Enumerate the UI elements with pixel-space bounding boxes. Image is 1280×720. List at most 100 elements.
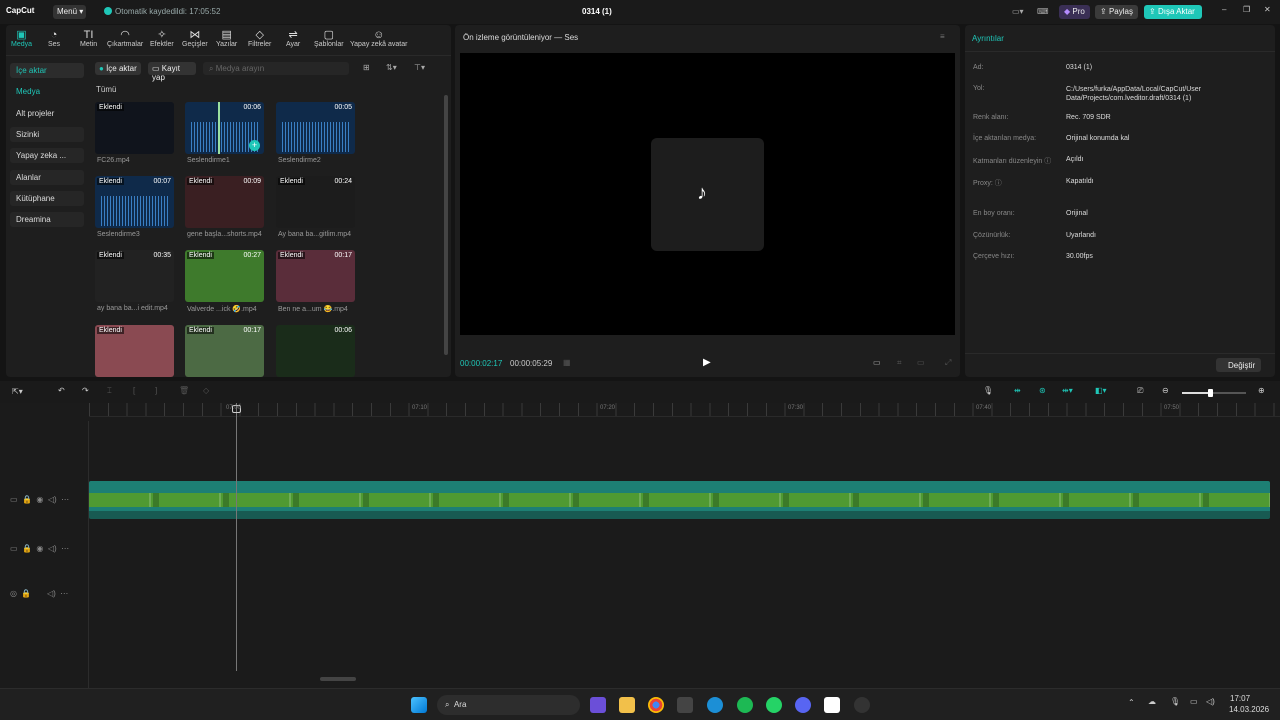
filter-icon[interactable]: ⊤▾ (414, 63, 425, 72)
volume-icon[interactable]: ◁) (1206, 697, 1215, 706)
duration-label: 00:07 (153, 178, 171, 185)
menu-button[interactable]: Menü ▾ (53, 5, 86, 19)
media-thumb-4[interactable]: Eklendi 00:09 (185, 176, 264, 228)
sidebar-item-2[interactable]: Alt projeler (10, 106, 84, 121)
media-thumb-5[interactable]: Eklendi 00:24 (276, 176, 355, 228)
zoom-slider-thumb[interactable] (1208, 389, 1213, 397)
tab-transition[interactable]: ⋈ Geçişler (182, 29, 208, 48)
file-explorer-icon[interactable] (619, 697, 635, 713)
discord-icon[interactable] (795, 697, 811, 713)
monitor-icon[interactable]: ▭ (1190, 697, 1198, 706)
tab-template[interactable]: ▢ Şablonlar (314, 29, 344, 48)
share-button[interactable]: ⇪ Paylaş (1095, 5, 1138, 19)
media-thumb-0[interactable]: Eklendi (95, 102, 174, 154)
spotify-icon[interactable] (737, 697, 753, 713)
tab-audio[interactable]: ◔ Ses (48, 29, 60, 48)
tab-media[interactable]: ▣ Medya (11, 29, 32, 48)
tab-adjust[interactable]: ⇌ Ayar (286, 29, 300, 48)
media-thumb-2[interactable]: 00:05 (276, 102, 355, 154)
tab-sticker[interactable]: ◠ Çıkartmalar (107, 29, 143, 48)
capcut-taskbar-icon[interactable] (824, 697, 840, 713)
preview-canvas[interactable]: ♪ (460, 53, 955, 335)
play-button[interactable]: ▶ (703, 357, 711, 368)
chrome-icon[interactable] (648, 697, 664, 713)
select-tool-icon[interactable]: ⇱▾ (12, 387, 23, 396)
maximize-button[interactable]: ❐ (1243, 5, 1250, 14)
media-scrollbar[interactable] (444, 95, 448, 355)
redo-icon[interactable]: ↷ (82, 386, 89, 395)
duration-label: 00:24 (334, 178, 352, 185)
sidebar-item-4[interactable]: Yapay zeka ... (10, 148, 84, 164)
media-thumb-11[interactable]: 00:06 (276, 325, 355, 377)
playhead[interactable] (236, 403, 237, 671)
network-app-icon[interactable]: ☁ (1148, 697, 1156, 706)
timecode-grid-icon[interactable]: ▦ (563, 358, 571, 367)
quality-icon[interactable]: ▭ (873, 358, 881, 367)
media-thumb-8[interactable]: Eklendi 00:17 (276, 250, 355, 302)
shortcuts-icon[interactable]: ⌨ (1037, 7, 1049, 16)
sidebar-item-0[interactable]: İçe aktar (10, 63, 84, 78)
link-icon[interactable]: ⇹▾ (1062, 386, 1073, 395)
layout-icon[interactable]: ▭▾ (1012, 7, 1024, 16)
windows-start-icon[interactable] (411, 697, 427, 713)
magnet-icon[interactable]: ⊛ (1039, 386, 1046, 395)
tab-caption[interactable]: ▤ Yazılar (216, 29, 237, 48)
sidebar-item-1[interactable]: Medya (10, 84, 84, 99)
time-ruler[interactable] (89, 403, 1280, 417)
close-button[interactable]: ✕ (1264, 5, 1271, 14)
taskbar-search[interactable]: ⌕ Ara (437, 695, 580, 715)
preview-menu-icon[interactable]: ≡ (940, 32, 945, 41)
ratio-icon[interactable]: ▭ (917, 358, 925, 367)
grid-view-icon[interactable]: ⊞ (363, 63, 370, 72)
tray-mic-icon[interactable]: 🎙 (1170, 697, 1180, 706)
export-button[interactable]: ⇪ Dışa Aktar (1144, 5, 1202, 19)
track-header-main: ▭ 🔒 ◉ ◁) ⋯ (10, 495, 70, 504)
link-main-icon[interactable]: ⇹ (1014, 386, 1021, 395)
microphone-icon[interactable]: 🎙 (983, 386, 993, 395)
pro-button[interactable]: ◆ Pro (1059, 5, 1090, 19)
media-thumb-1[interactable]: 00:06 + (185, 102, 264, 154)
tab-text[interactable]: TI Metin (80, 29, 97, 48)
fullscreen-icon[interactable]: ⤢ (945, 358, 951, 368)
timeline-scrollbar[interactable] (320, 677, 356, 681)
preview-axis-icon[interactable]: ◧▾ (1095, 386, 1107, 395)
media-thumb-9[interactable]: Eklendi (95, 325, 174, 377)
media-thumb-3[interactable]: Eklendi 00:07 (95, 176, 174, 228)
edge-icon[interactable] (707, 697, 723, 713)
minimize-button[interactable]: – (1222, 5, 1226, 14)
sort-icon[interactable]: ⇅▾ (386, 63, 397, 72)
delete-right-icon[interactable]: ] (155, 386, 157, 395)
marker-icon[interactable]: ◇ (203, 386, 209, 395)
screen-icon[interactable]: ⎚ (1137, 386, 1143, 396)
split-icon[interactable]: ⌶ (107, 386, 112, 396)
sidebar-item-7[interactable]: Dreamina (10, 212, 84, 228)
main-video-clip[interactable] (89, 481, 1270, 519)
tab-avatar[interactable]: ☺ Yapay zekâ avatar (350, 29, 407, 48)
steam-icon[interactable] (854, 697, 870, 713)
record-button[interactable]: ▭ Kayıt yap (148, 62, 196, 82)
timeline[interactable]: ▭ 🔒 ◉ ◁) ⋯ ▭ 🔒 ◉ ◁) ⋯ ◎ 🔒 ◁) ⋯ (0, 403, 1280, 688)
sidebar-item-3[interactable]: Sizinki (10, 126, 84, 142)
tab-filter[interactable]: ◇ Filtreler (248, 29, 271, 48)
whatsapp-icon[interactable] (766, 697, 782, 713)
delete-left-icon[interactable]: [ (133, 386, 135, 395)
media-thumb-6[interactable]: Eklendi 00:35 (95, 250, 174, 302)
sidebar-item-6[interactable]: Kütüphane (10, 190, 84, 206)
copilot-icon[interactable] (590, 697, 606, 713)
change-button[interactable]: Değiştir (1216, 358, 1261, 372)
tab-effects[interactable]: ✧ Efektler (150, 29, 174, 48)
sidebar-item-5[interactable]: Alanlar (10, 169, 84, 185)
delete-icon[interactable]: 🗑 (179, 386, 189, 395)
store-icon[interactable] (677, 697, 693, 713)
import-button[interactable]: ● İçe aktar (95, 62, 141, 75)
media-thumb-10[interactable]: Eklendi 00:17 (185, 325, 264, 377)
undo-icon[interactable]: ↶ (58, 386, 65, 395)
media-thumb-7[interactable]: Eklendi 00:27 (185, 250, 264, 302)
zoom-out-icon[interactable]: ⊖ (1162, 386, 1169, 395)
zoom-in-icon[interactable]: ⊕ (1258, 386, 1265, 395)
add-to-timeline-button[interactable]: + (249, 140, 260, 151)
tray-chevron-icon[interactable]: ⌃ (1128, 698, 1135, 707)
crop-icon[interactable]: ⌗ (897, 358, 902, 368)
media-search-input[interactable]: ⌕ Medya arayın (203, 62, 349, 75)
zoom-slider[interactable] (1182, 389, 1246, 397)
